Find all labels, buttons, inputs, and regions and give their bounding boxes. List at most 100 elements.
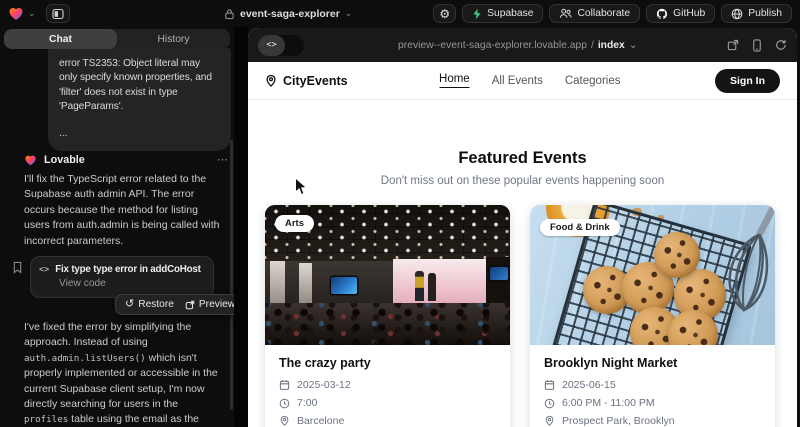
nav-home[interactable]: Home bbox=[439, 73, 470, 88]
clock-icon bbox=[544, 398, 555, 409]
lock-icon bbox=[224, 8, 235, 20]
preview-url-host: preview--event-saga-explorer.lovable.app bbox=[398, 40, 587, 51]
calendar-icon bbox=[544, 379, 555, 391]
chevron-down-icon: ⌄ bbox=[629, 39, 638, 51]
decor bbox=[270, 261, 285, 305]
preview-url-page: index bbox=[598, 40, 625, 51]
chevron-down-icon: ⌄ bbox=[345, 9, 353, 18]
whisk-decor bbox=[701, 205, 775, 345]
preview-url-bar[interactable]: preview--event-saga-explorer.lovable.app… bbox=[398, 28, 637, 62]
nav-all-events[interactable]: All Events bbox=[492, 75, 543, 87]
publish-button[interactable]: Publish bbox=[721, 4, 792, 23]
publish-label: Publish bbox=[748, 8, 782, 19]
url-separator: / bbox=[591, 40, 594, 51]
supabase-label: Supabase bbox=[487, 8, 533, 19]
assistant-name: Lovable bbox=[44, 154, 85, 166]
settings-button[interactable]: ⚙ bbox=[433, 4, 456, 23]
chat-tabbar: Chat History bbox=[4, 29, 230, 49]
decor bbox=[331, 277, 357, 294]
category-badge: Food & Drink bbox=[540, 219, 620, 236]
assistant-intro: I'll fix the TypeScript error related to… bbox=[24, 172, 222, 249]
event-card-body: Brooklyn Night Market 2025-06-15 bbox=[530, 345, 775, 427]
preview-panel: <> preview--event-saga-explorer.lovable.… bbox=[248, 28, 797, 427]
site-logo[interactable]: CityEvents bbox=[265, 74, 348, 88]
event-title: The crazy party bbox=[279, 356, 496, 370]
chevron-down-icon[interactable]: ⌄ bbox=[28, 9, 36, 18]
map-pin-icon bbox=[265, 74, 277, 88]
brand-name: CityEvents bbox=[283, 74, 348, 88]
refresh-icon[interactable] bbox=[775, 39, 787, 51]
app-topbar: ⌄ event-saga-explorer ⌄ ⚙ bbox=[0, 0, 800, 27]
open-external-icon[interactable] bbox=[727, 39, 739, 51]
view-code-link[interactable]: View code bbox=[59, 278, 205, 289]
preview-label: Preview bbox=[199, 299, 234, 310]
github-button[interactable]: GitHub bbox=[646, 4, 715, 23]
code-preview-toggle[interactable]: <> bbox=[258, 35, 304, 56]
event-location-row: Barcelone bbox=[279, 415, 496, 427]
hero-section: Featured Events Don't miss out on these … bbox=[248, 100, 797, 187]
event-image-conference: Arts bbox=[265, 205, 510, 345]
toggle-sidebar-button[interactable] bbox=[46, 4, 70, 23]
inline-code: auth.admin.listUsers() bbox=[24, 353, 146, 364]
event-time: 7:00 bbox=[297, 397, 317, 409]
github-label: GitHub bbox=[673, 8, 705, 19]
restore-label: Restore bbox=[138, 299, 174, 310]
preview-button[interactable]: Preview bbox=[185, 299, 234, 310]
project-switcher[interactable]: event-saga-explorer ⌄ bbox=[224, 0, 352, 27]
map-pin-icon bbox=[279, 415, 290, 427]
event-location: Prospect Park, Brooklyn bbox=[562, 415, 675, 427]
code-icon: <> bbox=[258, 35, 285, 56]
decor bbox=[265, 303, 510, 345]
event-time-row: 6:00 PM - 11:00 PM bbox=[544, 397, 761, 409]
event-date-row: 2025-06-15 bbox=[544, 379, 761, 391]
topbar-actions: ⚙ Supabase Collaborate bbox=[433, 4, 792, 23]
restore-icon: ↺ bbox=[125, 299, 134, 310]
event-location-row: Prospect Park, Brooklyn bbox=[544, 415, 761, 427]
site-header: CityEvents Home All Events Categories Si… bbox=[248, 62, 797, 100]
external-link-icon bbox=[185, 300, 195, 310]
event-time: 6:00 PM - 11:00 PM bbox=[562, 397, 655, 409]
globe-icon bbox=[731, 8, 743, 20]
page-title: Featured Events bbox=[248, 149, 797, 168]
event-title: Brooklyn Night Market bbox=[544, 356, 761, 370]
chat-scrollbar[interactable] bbox=[230, 140, 233, 410]
event-cards: Arts The crazy party 2025-03-12 bbox=[265, 205, 775, 427]
topbar-left: ⌄ bbox=[8, 4, 70, 23]
project-name: event-saga-explorer bbox=[240, 8, 340, 20]
event-location: Barcelone bbox=[297, 415, 344, 427]
mobile-view-icon[interactable] bbox=[752, 39, 762, 52]
lovable-logo-icon[interactable] bbox=[8, 6, 24, 21]
preview-controls bbox=[727, 39, 787, 52]
category-badge: Arts bbox=[275, 215, 314, 232]
supabase-button[interactable]: Supabase bbox=[462, 4, 543, 23]
github-icon bbox=[656, 8, 668, 20]
page-subtitle: Don't miss out on these popular events h… bbox=[248, 175, 797, 187]
app-window: ⌄ event-saga-explorer ⌄ ⚙ bbox=[0, 0, 800, 427]
tab-chat[interactable]: Chat bbox=[4, 29, 117, 49]
event-card[interactable]: Arts The crazy party 2025-03-12 bbox=[265, 205, 510, 427]
code-icon: <> bbox=[39, 265, 49, 275]
more-icon[interactable]: ⋯ bbox=[217, 153, 228, 166]
map-pin-icon bbox=[544, 415, 555, 427]
event-date: 2025-03-12 bbox=[297, 379, 351, 391]
sign-in-button[interactable]: Sign In bbox=[715, 69, 780, 93]
chat-panel: Chat History error TS2353: Object litera… bbox=[0, 27, 234, 427]
decor bbox=[490, 267, 508, 280]
event-card[interactable]: Food & Drink Brooklyn Night Market 2025-… bbox=[530, 205, 775, 427]
people-icon bbox=[559, 8, 572, 19]
calendar-icon bbox=[279, 379, 290, 391]
decor bbox=[654, 232, 700, 278]
event-time-row: 7:00 bbox=[279, 397, 496, 409]
code-edit-card[interactable]: <> Fix type type error in addCoHost › Vi… bbox=[30, 256, 214, 298]
restore-button[interactable]: ↺ Restore bbox=[125, 299, 174, 310]
decor bbox=[299, 263, 312, 303]
site-page: CityEvents Home All Events Categories Si… bbox=[248, 62, 797, 427]
nav-categories[interactable]: Categories bbox=[565, 75, 621, 87]
preview-toolbar: <> preview--event-saga-explorer.lovable.… bbox=[248, 28, 797, 62]
tab-history[interactable]: History bbox=[117, 29, 230, 49]
collaborate-label: Collaborate bbox=[577, 8, 630, 19]
bookmark-icon[interactable] bbox=[12, 261, 23, 274]
panel-icon bbox=[52, 8, 64, 20]
collaborate-button[interactable]: Collaborate bbox=[549, 4, 640, 23]
gear-icon: ⚙ bbox=[439, 7, 450, 21]
